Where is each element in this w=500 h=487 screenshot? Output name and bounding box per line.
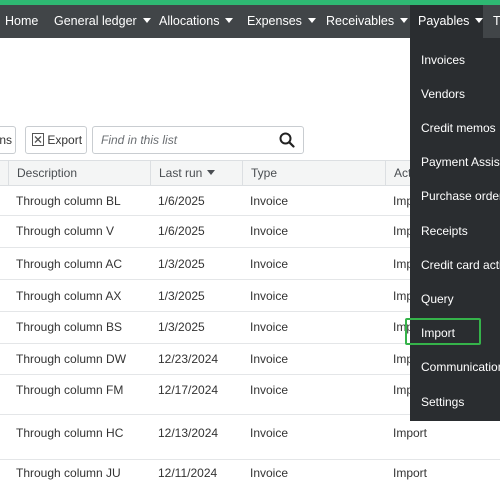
cell-description: Through column BS bbox=[16, 320, 123, 334]
column-header-label: Type bbox=[251, 166, 278, 180]
table-row[interactable]: Through column JU 12/11/2024 Invoice Imp… bbox=[0, 460, 500, 487]
cell-last-run: 1/6/2025 bbox=[158, 194, 205, 208]
chevron-down-icon bbox=[475, 18, 484, 23]
chevron-down-icon bbox=[142, 18, 151, 23]
cell-description: Through column V bbox=[16, 224, 115, 238]
cell-last-run: 1/3/2025 bbox=[158, 289, 205, 303]
nav-home[interactable]: Home bbox=[5, 5, 38, 38]
nav-receivables-label: Receivables bbox=[326, 14, 395, 28]
column-header-last-run[interactable]: Last run bbox=[150, 161, 216, 185]
export-button-label: Export bbox=[47, 133, 83, 147]
nav-home-label: Home bbox=[5, 14, 39, 28]
cell-type: Invoice bbox=[250, 289, 289, 303]
cell-type: Invoice bbox=[250, 426, 289, 440]
nav-truncated-label: T bbox=[493, 14, 500, 28]
nav-allocations[interactable]: Allocations bbox=[159, 5, 234, 38]
sort-descending-icon bbox=[207, 170, 216, 175]
payables-dropdown-menu: Invoices Vendors Credit memos Payment As… bbox=[410, 38, 500, 421]
cell-type: Invoice bbox=[250, 466, 289, 480]
search-icon[interactable] bbox=[279, 132, 295, 148]
search-input[interactable]: Find in this list bbox=[101, 127, 177, 153]
search-box[interactable]: Find in this list bbox=[92, 126, 304, 154]
cell-last-run: 1/3/2025 bbox=[158, 320, 205, 334]
column-header-action[interactable]: Act bbox=[385, 161, 411, 185]
menu-item-credit-memos[interactable]: Credit memos bbox=[421, 121, 496, 135]
chevron-down-icon bbox=[400, 18, 409, 23]
menu-item-communications[interactable]: Communications bbox=[421, 360, 500, 374]
nav-allocations-label: Allocations bbox=[159, 14, 220, 28]
cell-description: Through column BL bbox=[16, 194, 121, 208]
cell-last-run: 12/11/2024 bbox=[158, 466, 218, 480]
cell-type: Invoice bbox=[250, 320, 289, 334]
cell-description: Through column DW bbox=[16, 352, 127, 366]
menu-item-invoices[interactable]: Invoices bbox=[421, 53, 465, 67]
nav-truncated-item[interactable]: T bbox=[493, 5, 500, 38]
cell-description: Through column HC bbox=[16, 426, 124, 440]
column-header-type[interactable]: Type bbox=[242, 161, 277, 185]
columns-button[interactable]: ns bbox=[0, 126, 16, 154]
menu-item-payment-assistant[interactable]: Payment Assista bbox=[421, 155, 500, 169]
nav-payables[interactable]: Payables bbox=[410, 5, 484, 38]
cell-last-run: 12/17/2024 bbox=[158, 383, 219, 397]
menu-item-settings[interactable]: Settings bbox=[421, 395, 464, 409]
nav-general-ledger[interactable]: General ledger bbox=[54, 5, 151, 38]
cell-action: Import bbox=[393, 466, 428, 480]
nav-payables-label: Payables bbox=[418, 14, 470, 28]
export-button[interactable]: Export bbox=[25, 126, 87, 154]
cell-type: Invoice bbox=[250, 383, 289, 397]
column-header-label: Last run bbox=[159, 166, 203, 180]
table-row[interactable]: Through column HC 12/13/2024 Invoice Imp… bbox=[0, 415, 500, 460]
cell-type: Invoice bbox=[250, 352, 289, 366]
column-header-label: Description bbox=[17, 166, 78, 180]
column-header-label: Act bbox=[394, 166, 412, 180]
cell-last-run: 1/3/2025 bbox=[158, 257, 205, 271]
cell-description: Through column JU bbox=[16, 466, 121, 480]
cell-type: Invoice bbox=[250, 257, 289, 271]
menu-item-receipts[interactable]: Receipts bbox=[421, 224, 468, 238]
page: Home General ledger Allocations Expenses… bbox=[0, 0, 500, 487]
import-highlight-box bbox=[405, 318, 481, 345]
excel-icon bbox=[32, 133, 44, 146]
menu-item-credit-card-activity[interactable]: Credit card activ bbox=[421, 258, 500, 272]
cell-description: Through column AX bbox=[16, 289, 122, 303]
cell-description: Through column AC bbox=[16, 257, 123, 271]
nav-receivables[interactable]: Receivables bbox=[326, 5, 409, 38]
cell-last-run: 1/6/2025 bbox=[158, 224, 205, 238]
nav-expenses-label: Expenses bbox=[247, 14, 302, 28]
chevron-down-icon bbox=[307, 18, 316, 23]
top-navigation-bar: Home General ledger Allocations Expenses… bbox=[0, 5, 500, 38]
chevron-down-icon bbox=[225, 18, 234, 23]
cell-last-run: 12/23/2024 bbox=[158, 352, 219, 366]
nav-expenses[interactable]: Expenses bbox=[247, 5, 316, 38]
cell-description: Through column FM bbox=[16, 383, 124, 397]
columns-button-label: ns bbox=[0, 133, 12, 147]
nav-general-ledger-label: General ledger bbox=[54, 14, 137, 28]
cell-action: Import bbox=[393, 426, 428, 440]
cell-type: Invoice bbox=[250, 194, 289, 208]
column-header-description[interactable]: Description bbox=[8, 161, 77, 185]
menu-item-query[interactable]: Query bbox=[421, 292, 454, 306]
cell-type: Invoice bbox=[250, 224, 289, 238]
menu-item-purchase-orders[interactable]: Purchase orders bbox=[421, 189, 500, 203]
menu-item-vendors[interactable]: Vendors bbox=[421, 87, 465, 101]
cell-last-run: 12/13/2024 bbox=[158, 426, 219, 440]
